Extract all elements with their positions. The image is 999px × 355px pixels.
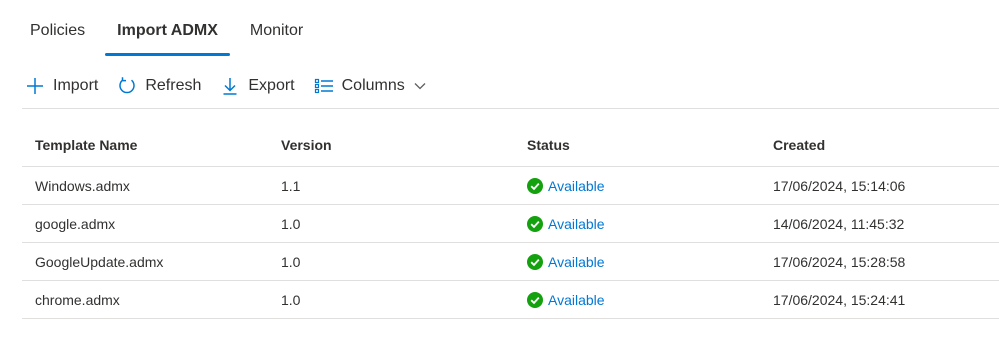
check-circle-icon <box>527 291 543 308</box>
refresh-button[interactable]: Refresh <box>116 70 201 102</box>
version-cell: 1.1 <box>281 177 301 194</box>
template-name-cell: GoogleUpdate.admx <box>35 253 164 270</box>
status-cell: Available <box>514 177 760 194</box>
created-cell: 17/06/2024, 15:24:41 <box>773 291 906 308</box>
created-cell: 17/06/2024, 15:14:06 <box>773 177 906 194</box>
toolbar: Import Refresh Export Columns <box>24 70 445 102</box>
columns-icon <box>313 75 335 97</box>
import-label: Import <box>53 77 99 94</box>
template-name-cell: google.admx <box>35 215 116 232</box>
refresh-icon <box>116 75 138 97</box>
version-cell: 1.0 <box>281 253 301 270</box>
version-cell: 1.0 <box>281 291 301 308</box>
tab-import-admx[interactable]: Import ADMX <box>105 14 230 56</box>
table-row[interactable]: Windows.admx 1.1 Available 17/06/2024, 1… <box>22 167 999 205</box>
check-circle-icon <box>527 215 543 232</box>
table-header-row: Template Name Version Status Created <box>22 123 999 167</box>
check-circle-icon <box>527 177 543 194</box>
download-icon <box>219 75 241 97</box>
tab-monitor[interactable]: Monitor <box>238 14 315 48</box>
status-link[interactable]: Available <box>548 216 605 232</box>
status-cell: Available <box>514 253 760 270</box>
export-button[interactable]: Export <box>219 70 295 102</box>
column-header-template-name[interactable]: Template Name <box>22 137 268 153</box>
chevron-down-icon <box>413 79 427 93</box>
table-row[interactable]: chrome.admx 1.0 Available 17/06/2024, 15… <box>22 281 999 319</box>
created-cell: 14/06/2024, 11:45:32 <box>773 215 905 232</box>
columns-button[interactable]: Columns <box>313 70 427 102</box>
column-header-status[interactable]: Status <box>514 137 760 153</box>
plus-icon <box>24 75 46 97</box>
status-link[interactable]: Available <box>548 178 605 194</box>
template-name-cell: chrome.admx <box>35 291 120 308</box>
column-header-version[interactable]: Version <box>268 137 514 153</box>
tab-policies[interactable]: Policies <box>18 14 97 48</box>
status-link[interactable]: Available <box>548 254 605 270</box>
templates-table: Template Name Version Status Created Win… <box>22 123 999 319</box>
columns-label: Columns <box>341 77 405 94</box>
refresh-label: Refresh <box>145 77 202 94</box>
table-row[interactable]: google.admx 1.0 Available 14/06/2024, 11… <box>22 205 999 243</box>
template-name-cell: Windows.admx <box>35 177 130 194</box>
check-circle-icon <box>527 253 543 270</box>
tab-bar: Policies Import ADMX Monitor <box>18 14 323 56</box>
export-label: Export <box>248 77 295 94</box>
toolbar-divider <box>22 108 999 109</box>
created-cell: 17/06/2024, 15:28:58 <box>773 253 906 270</box>
version-cell: 1.0 <box>281 215 301 232</box>
import-button[interactable]: Import <box>24 70 98 102</box>
table-row[interactable]: GoogleUpdate.admx 1.0 Available 17/06/20… <box>22 243 999 281</box>
status-cell: Available <box>514 291 760 308</box>
status-link[interactable]: Available <box>548 292 605 308</box>
column-header-created[interactable]: Created <box>760 137 999 153</box>
status-cell: Available <box>514 215 760 232</box>
